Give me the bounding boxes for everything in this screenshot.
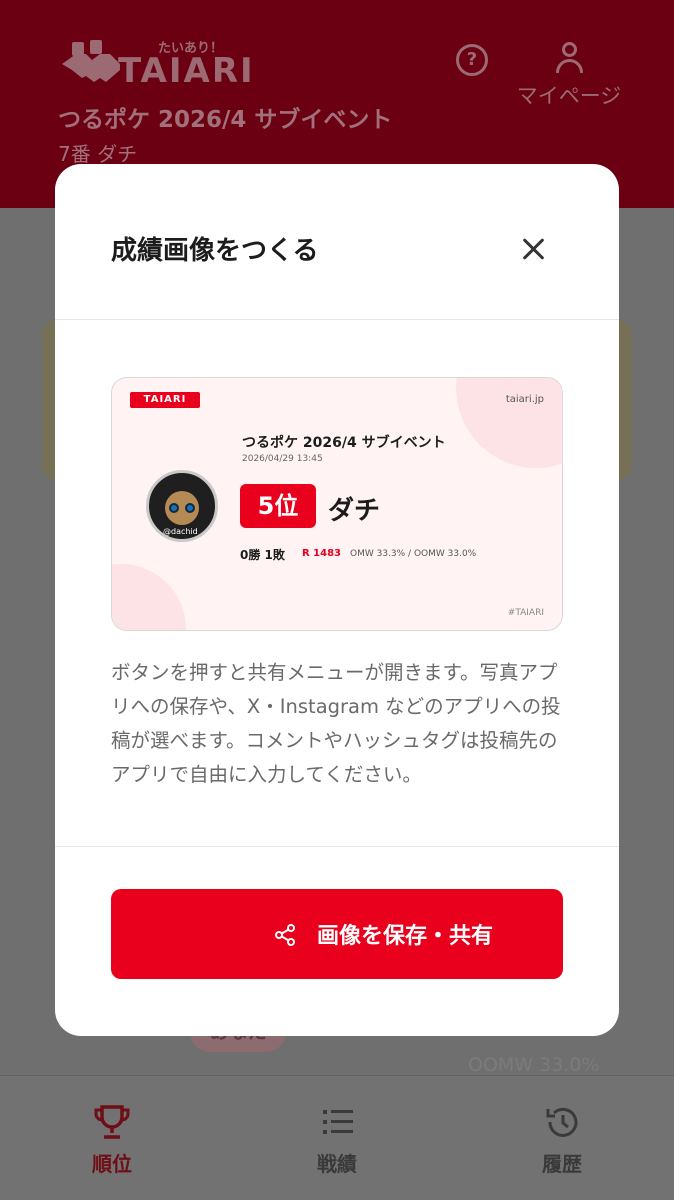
decor-circle xyxy=(456,378,562,468)
help-button[interactable]: ? xyxy=(456,44,488,76)
hashtag: #TAIARI xyxy=(507,608,544,618)
share-button-label: 画像を保存・共有 xyxy=(317,924,494,949)
tab-ranking[interactable]: 順位 xyxy=(0,1076,224,1200)
rating: R 1483 xyxy=(302,548,342,559)
avatar: @dachid xyxy=(146,470,218,542)
logo-kana: たいあり！ xyxy=(158,41,223,56)
modal-title: 成績画像をつくる xyxy=(111,236,319,266)
omw-stats: OMW 33.3% / OOMW 33.0% xyxy=(350,549,477,559)
logo-wordmark: TAIARI xyxy=(118,51,255,90)
event-title: つるポケ 2026/4 サブイベント xyxy=(58,107,393,133)
modal-header: 成績画像をつくる xyxy=(55,164,619,320)
preview-event-title: つるポケ 2026/4 サブイベント xyxy=(242,435,446,451)
result-image-preview: TAIARI taiari.jp つるポケ 2026/4 サブイベント 2026… xyxy=(111,377,563,631)
player-line: 7番 ダチ xyxy=(58,142,138,166)
close-icon[interactable] xyxy=(519,234,549,264)
share-description: ボタンを押すと共有メニューが開きます。写真アプリへの保存や、X・Instagra… xyxy=(111,661,561,786)
preview-site: taiari.jp xyxy=(505,394,544,405)
preview-datetime: 2026/04/29 13:45 xyxy=(242,454,323,464)
tab-history[interactable]: 履歴 xyxy=(450,1076,674,1200)
mypage-label: マイページ xyxy=(516,84,622,108)
tab-label: 履歴 xyxy=(542,1152,582,1176)
oomw-text: OOMW 33.0% xyxy=(468,1054,600,1076)
list-icon xyxy=(317,1104,357,1140)
tab-stats[interactable]: 戦績 xyxy=(225,1076,449,1200)
player-name: ダチ xyxy=(328,496,381,526)
decor-circle xyxy=(112,564,186,630)
mypage-button[interactable]: マイページ xyxy=(514,40,624,110)
save-share-button[interactable]: 画像を保存・共有 xyxy=(111,889,563,979)
tab-label: 順位 xyxy=(92,1152,132,1176)
question-circle-icon: ? xyxy=(466,49,478,70)
person-icon xyxy=(549,40,589,74)
tab-label: 戦績 xyxy=(317,1152,357,1176)
win-loss-record: 0勝 1敗 xyxy=(240,548,285,562)
bottom-tab-bar: 順位 戦績 履歴 xyxy=(0,1075,674,1200)
avatar-tag: @dachid xyxy=(163,527,198,536)
divider xyxy=(55,846,619,847)
history-icon xyxy=(542,1104,582,1140)
preview-logo: TAIARI xyxy=(130,392,200,408)
share-icon xyxy=(275,924,295,946)
trophy-icon xyxy=(92,1104,132,1140)
rank-badge: 5位 xyxy=(240,484,316,528)
taiari-logo[interactable]: TAIARI たいあり！ xyxy=(58,38,318,90)
share-image-modal: 成績画像をつくる TAIARI taiari.jp つるポケ 2026/4 サブ… xyxy=(55,164,619,1036)
